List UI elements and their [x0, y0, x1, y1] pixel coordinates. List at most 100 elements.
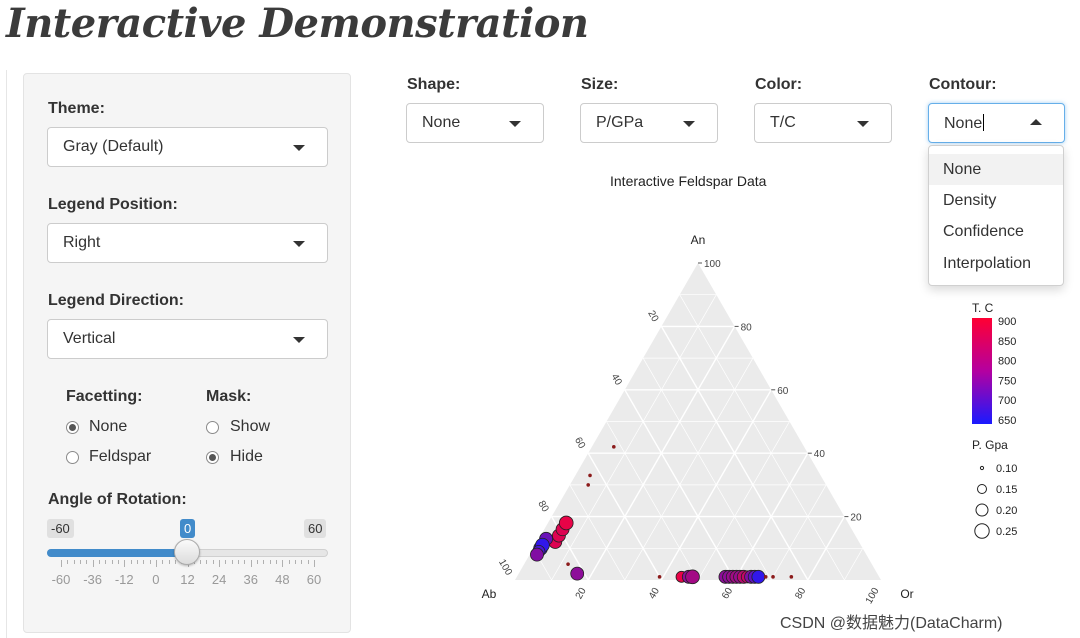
slider-max-badge: 60 — [304, 519, 327, 538]
slider-fill — [47, 549, 187, 557]
legend-direction-select[interactable]: Vertical — [47, 319, 328, 359]
slider-tick — [225, 560, 227, 564]
grid-line-ab — [587, 452, 663, 581]
legend-color-bar — [972, 318, 992, 424]
slider-min-badge: -60 — [47, 519, 74, 538]
data-point — [552, 528, 566, 543]
slider-tick — [174, 560, 176, 564]
grid-line-or — [697, 421, 790, 581]
contour-option-confidence[interactable]: Confidence — [929, 216, 1063, 247]
shape-select[interactable]: None — [406, 103, 544, 143]
slider-tick — [206, 560, 208, 564]
grid-line-ab — [660, 326, 809, 581]
data-point — [681, 569, 696, 584]
grid-line-or — [770, 484, 827, 581]
data-point — [771, 575, 775, 579]
grid-line-or — [844, 548, 864, 581]
slider-tick — [314, 560, 315, 567]
facetting-radio-none[interactable] — [66, 421, 79, 434]
slider-handle[interactable] — [174, 539, 200, 565]
slider-tick — [73, 560, 75, 564]
data-point — [722, 569, 737, 584]
slider-tick — [105, 560, 107, 564]
slider-tick — [263, 560, 265, 564]
slider-tick — [250, 560, 252, 567]
axis-tick-label-an: 100 — [704, 259, 721, 270]
mask-radio-hide[interactable] — [206, 451, 219, 464]
contour-option-none[interactable]: None — [929, 154, 1063, 185]
slider-tick — [162, 560, 164, 564]
slider-tick-label: -60 — [51, 572, 71, 587]
legend-direction-label: Legend Direction: — [48, 292, 185, 309]
grid-line-or — [551, 294, 717, 581]
page-left-border — [6, 70, 7, 638]
watermark-text: CSDN @数据魅力(DataCharm) — [780, 615, 1003, 632]
grid-line-or — [624, 357, 754, 581]
contour-select[interactable]: None — [928, 103, 1065, 143]
legend-position-select[interactable]: Right — [47, 223, 328, 263]
legend-size-symbol — [974, 523, 990, 539]
facetting-option-none: None — [89, 418, 128, 435]
shape-value: None — [422, 114, 461, 131]
data-point — [548, 535, 563, 549]
chevron-down-icon — [293, 145, 305, 151]
data-point — [729, 569, 744, 584]
slider-tick — [231, 560, 233, 564]
data-point — [566, 562, 570, 566]
legend-color-label: 650 — [998, 415, 1016, 427]
contour-option-interpolation[interactable]: Interpolation — [929, 248, 1063, 279]
slider-tick — [155, 560, 157, 567]
facetting-radio-feldspar[interactable] — [66, 451, 79, 464]
color-select[interactable]: T/C — [754, 103, 892, 143]
slider-tick-label: 12 — [180, 572, 195, 587]
slider-tick — [149, 560, 151, 564]
mask-label: Mask: — [206, 388, 252, 405]
legend-size-label: 0.10 — [996, 463, 1017, 475]
axis-tick-label-ab: 20 — [645, 309, 660, 325]
axis-tick-label-or: 60 — [720, 586, 735, 602]
theme-select[interactable]: Gray (Default) — [47, 127, 328, 167]
size-select[interactable]: P/GPa — [580, 103, 718, 143]
data-point — [747, 569, 762, 584]
mask-radio-show[interactable] — [206, 421, 219, 434]
contour-value: None — [944, 115, 983, 132]
grid-line-ab — [624, 389, 736, 581]
grid-line-ab — [679, 294, 845, 581]
contour-label: Contour: — [929, 76, 997, 93]
slider-tick-label: 0 — [152, 572, 160, 587]
legend-color-title: T. C — [972, 301, 994, 315]
app-title: Interactive Demonstration — [6, 0, 589, 47]
slider-value-badge: 0 — [180, 519, 196, 538]
contour-dropdown-menu: None Density Confidence Interpolation — [928, 145, 1064, 286]
legend-color-label: 700 — [998, 395, 1016, 407]
data-point — [718, 569, 733, 584]
slider-tick-label: 48 — [275, 572, 290, 587]
data-point — [586, 483, 590, 487]
data-point — [685, 569, 700, 585]
chevron-down-icon — [683, 121, 695, 127]
axis-tick-label-ab: 40 — [609, 372, 624, 388]
size-label: Size: — [581, 76, 619, 93]
grid-line-ab — [569, 484, 626, 581]
slider-tick-label: -36 — [83, 572, 103, 587]
contour-option-density[interactable]: Density — [929, 185, 1063, 216]
grid-line-or — [733, 452, 809, 581]
axis-tick-label-ab: 60 — [572, 436, 587, 452]
data-point — [744, 569, 758, 584]
slider-tick — [143, 560, 145, 564]
slider-tick — [117, 560, 119, 564]
grid-line-or — [587, 326, 736, 581]
chevron-down-icon — [293, 241, 305, 247]
chevron-down-icon — [509, 121, 521, 127]
vertex-label-or: Or — [900, 587, 913, 601]
legend-color-label: 900 — [998, 316, 1016, 328]
grid-line-or — [660, 389, 772, 581]
data-point — [570, 566, 585, 581]
slider-tick — [269, 560, 271, 564]
slider-tick — [61, 560, 62, 567]
grid-line-ab — [642, 357, 772, 581]
chevron-down-icon — [857, 121, 869, 127]
slider-tick — [212, 560, 214, 564]
data-point — [763, 575, 768, 579]
slider-tick — [282, 560, 284, 567]
